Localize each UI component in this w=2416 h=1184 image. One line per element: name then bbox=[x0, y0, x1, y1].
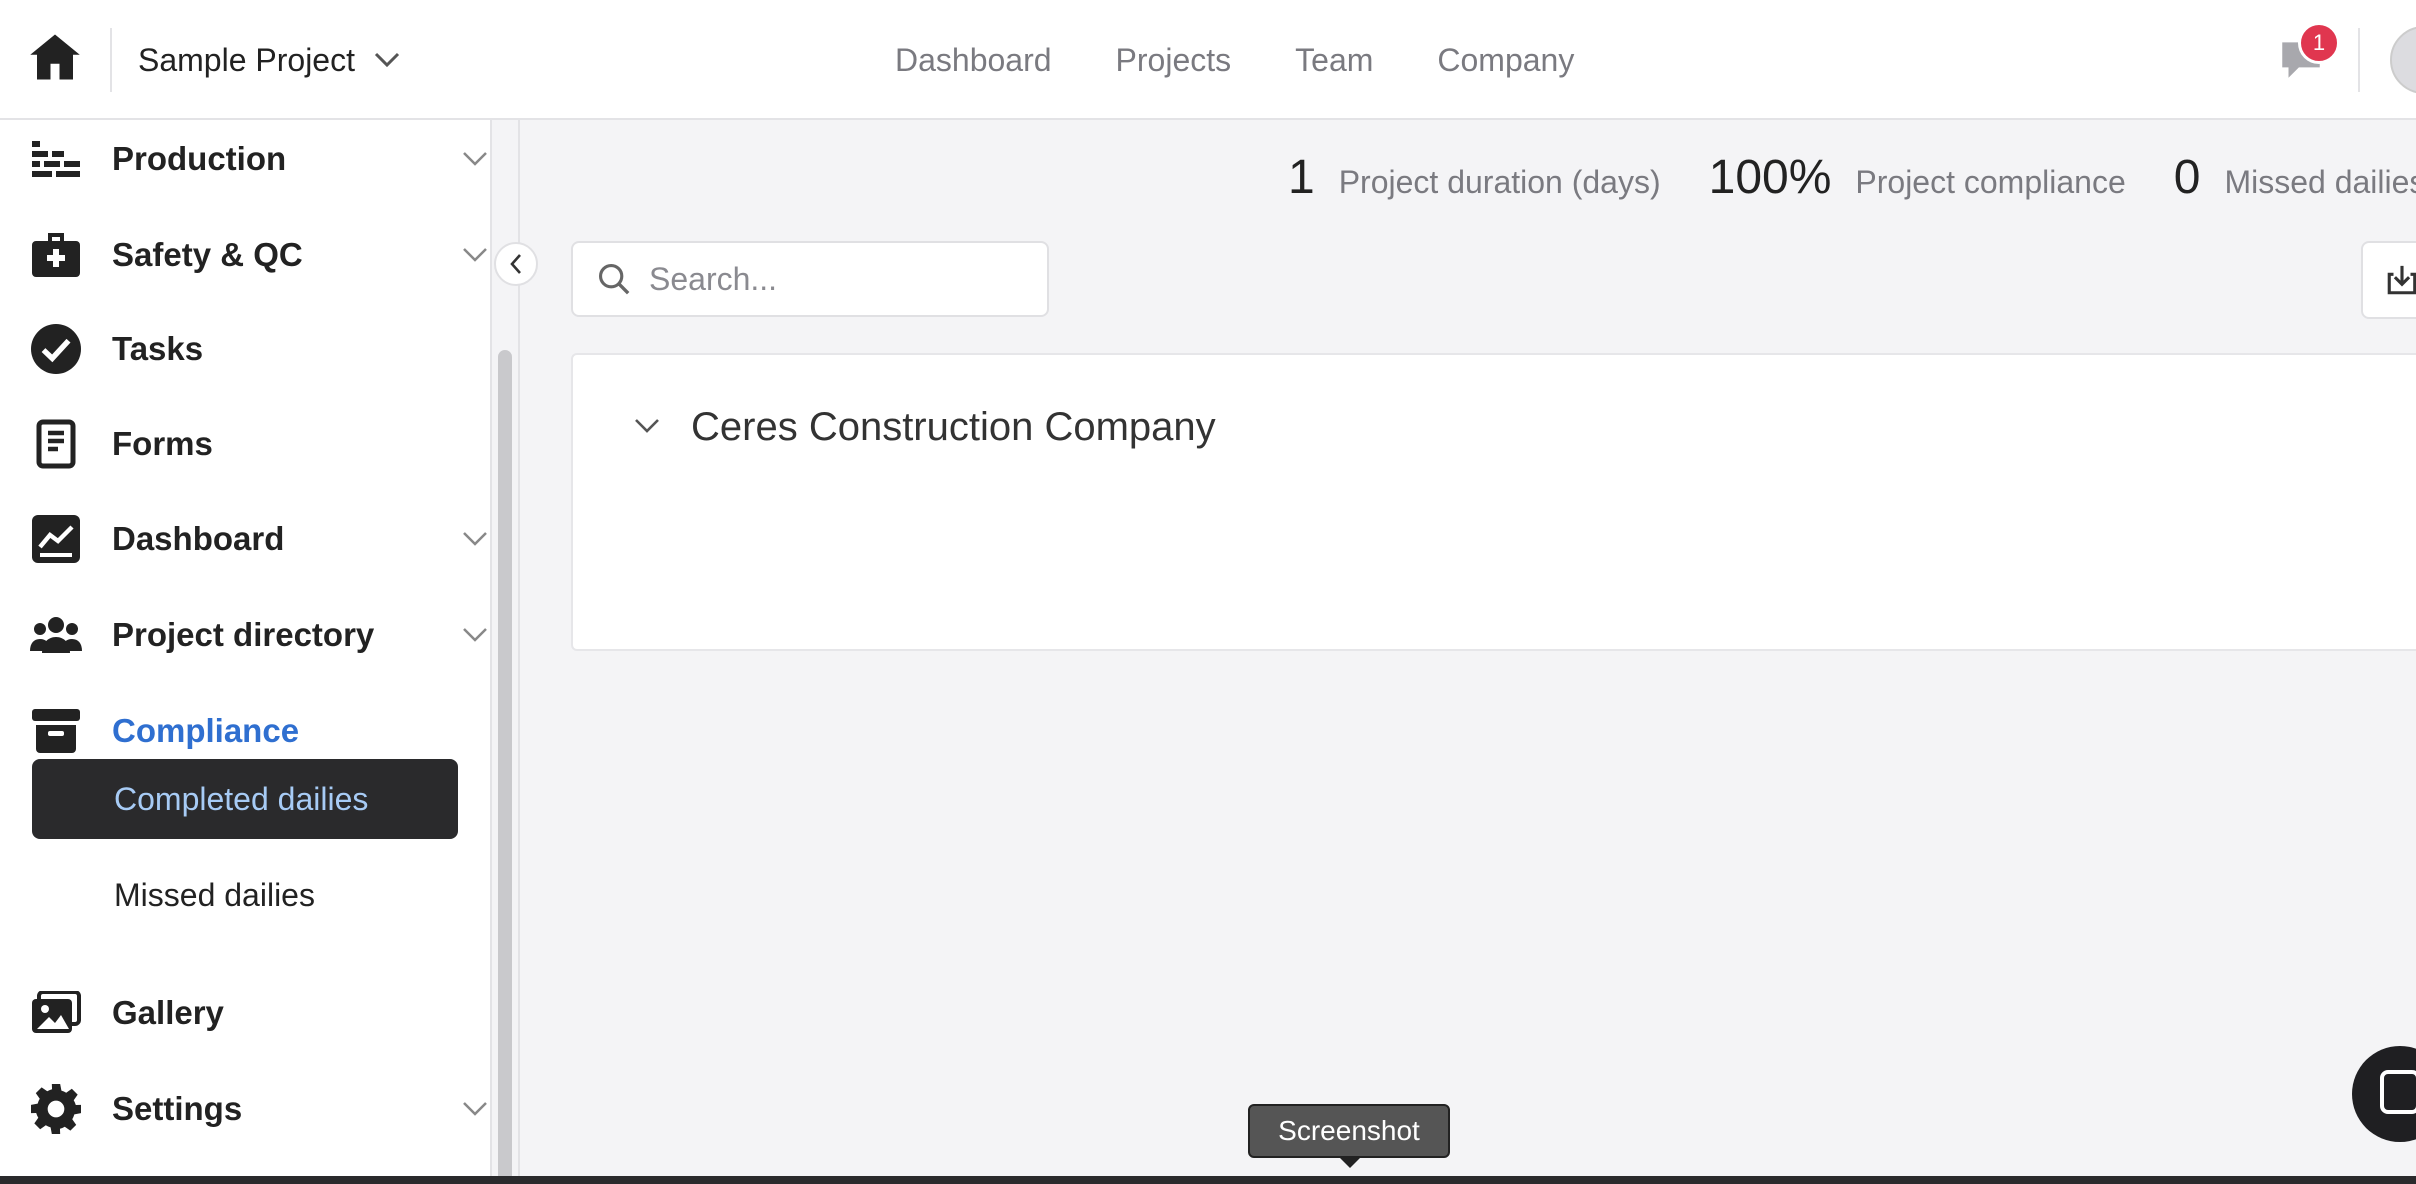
sidebar: Production Safety & QC Tasks Forms Dashb… bbox=[0, 120, 492, 1184]
stat-duration-label: Project duration (days) bbox=[1338, 164, 1661, 200]
sidebar-subitem-completed-dailies[interactable]: Completed dailies bbox=[32, 759, 458, 839]
search-input[interactable] bbox=[647, 259, 1011, 299]
chevron-down-icon bbox=[463, 248, 487, 262]
sidebar-scrollbar[interactable] bbox=[498, 350, 512, 1184]
project-selector[interactable]: Sample Project bbox=[138, 36, 401, 84]
sidebar-subitem-missed-dailies[interactable]: Missed dailies bbox=[32, 855, 458, 935]
production-icon bbox=[30, 133, 82, 185]
people-icon bbox=[30, 609, 82, 661]
stat-compliance-label: Project compliance bbox=[1855, 164, 2126, 200]
nav-dashboard[interactable]: Dashboard bbox=[895, 36, 1052, 84]
sidebar-item-compliance[interactable]: Compliance bbox=[0, 696, 492, 766]
tooltip: Screenshot bbox=[1248, 1104, 1450, 1158]
company-name[interactable]: Ceres Construction Company bbox=[691, 405, 1216, 450]
sidebar-item-safety-qc[interactable]: Safety & QC bbox=[0, 220, 492, 290]
chevron-down-icon bbox=[463, 532, 487, 546]
search-box bbox=[571, 241, 1049, 317]
chevron-down-icon bbox=[463, 152, 487, 166]
help-chat-button[interactable] bbox=[2352, 1046, 2416, 1142]
nav-projects[interactable]: Projects bbox=[1116, 36, 1232, 84]
chevron-down-icon bbox=[463, 628, 487, 642]
sidebar-item-dashboard[interactable]: Dashboard bbox=[0, 504, 492, 574]
top-nav: Dashboard Projects Team Company bbox=[895, 36, 1638, 84]
export-button[interactable] bbox=[2361, 241, 2416, 319]
company-card: Ceres Construction Company bbox=[571, 353, 2416, 651]
chevron-left-icon bbox=[510, 254, 521, 274]
project-stats: 1 Project duration (days) 100% Project c… bbox=[1288, 150, 2416, 205]
notification-badge: 1 bbox=[2298, 22, 2340, 64]
sidebar-item-label: Safety & QC bbox=[112, 236, 303, 273]
sidebar-item-project-directory[interactable]: Project directory bbox=[0, 600, 492, 670]
sidebar-item-production[interactable]: Production bbox=[0, 124, 492, 194]
nav-company[interactable]: Company bbox=[1437, 36, 1574, 84]
sidebar-item-label: Dashboard bbox=[112, 520, 285, 557]
sidebar-subitem-label: Completed dailies bbox=[114, 780, 369, 817]
sidebar-item-forms[interactable]: Forms bbox=[0, 409, 492, 479]
collapse-sidebar-button[interactable] bbox=[494, 242, 538, 286]
search-icon bbox=[598, 263, 630, 295]
divider bbox=[110, 28, 112, 92]
sidebar-item-tasks[interactable]: Tasks bbox=[0, 314, 492, 384]
gallery-icon bbox=[30, 987, 82, 1039]
nav-team[interactable]: Team bbox=[1295, 36, 1373, 84]
sidebar-item-label: Project directory bbox=[112, 616, 375, 653]
chevron-down-icon[interactable] bbox=[633, 417, 661, 435]
sidebar-item-label: Tasks bbox=[112, 330, 204, 367]
sidebar-item-settings[interactable]: Settings bbox=[0, 1074, 492, 1144]
check-circle-icon bbox=[30, 323, 82, 375]
window-bottom-edge bbox=[0, 1176, 2416, 1184]
chat-icon bbox=[2380, 1070, 2416, 1114]
sidebar-item-label: Compliance bbox=[112, 712, 300, 749]
sidebar-item-label: Production bbox=[112, 140, 287, 177]
form-icon bbox=[30, 418, 82, 470]
gear-icon bbox=[30, 1083, 82, 1135]
sidebar-item-gallery[interactable]: Gallery bbox=[0, 978, 492, 1048]
sidebar-item-label: Settings bbox=[112, 1090, 243, 1127]
archive-icon bbox=[30, 705, 82, 757]
chevron-down-icon bbox=[463, 1102, 487, 1116]
chevron-down-icon bbox=[374, 52, 400, 68]
stat-compliance-value: 100% bbox=[1708, 151, 1832, 204]
sidebar-item-label: Gallery bbox=[112, 994, 224, 1031]
sidebar-item-label: Forms bbox=[112, 425, 213, 462]
avatar[interactable] bbox=[2390, 26, 2416, 94]
stat-missed-label: Missed dailies bbox=[2224, 164, 2416, 200]
project-name: Sample Project bbox=[138, 41, 355, 78]
stat-duration-value: 1 bbox=[1288, 151, 1315, 204]
divider bbox=[2358, 28, 2360, 92]
top-bar: Sample Project Dashboard Projects Team C… bbox=[0, 0, 2416, 120]
first-aid-kit-icon bbox=[30, 229, 82, 281]
home-icon[interactable] bbox=[28, 30, 82, 84]
download-icon bbox=[2387, 265, 2416, 295]
sidebar-subitem-label: Missed dailies bbox=[114, 876, 315, 913]
tooltip-arrow bbox=[1338, 1156, 1362, 1168]
chart-icon bbox=[30, 513, 82, 565]
stat-missed-value: 0 bbox=[2173, 151, 2201, 204]
